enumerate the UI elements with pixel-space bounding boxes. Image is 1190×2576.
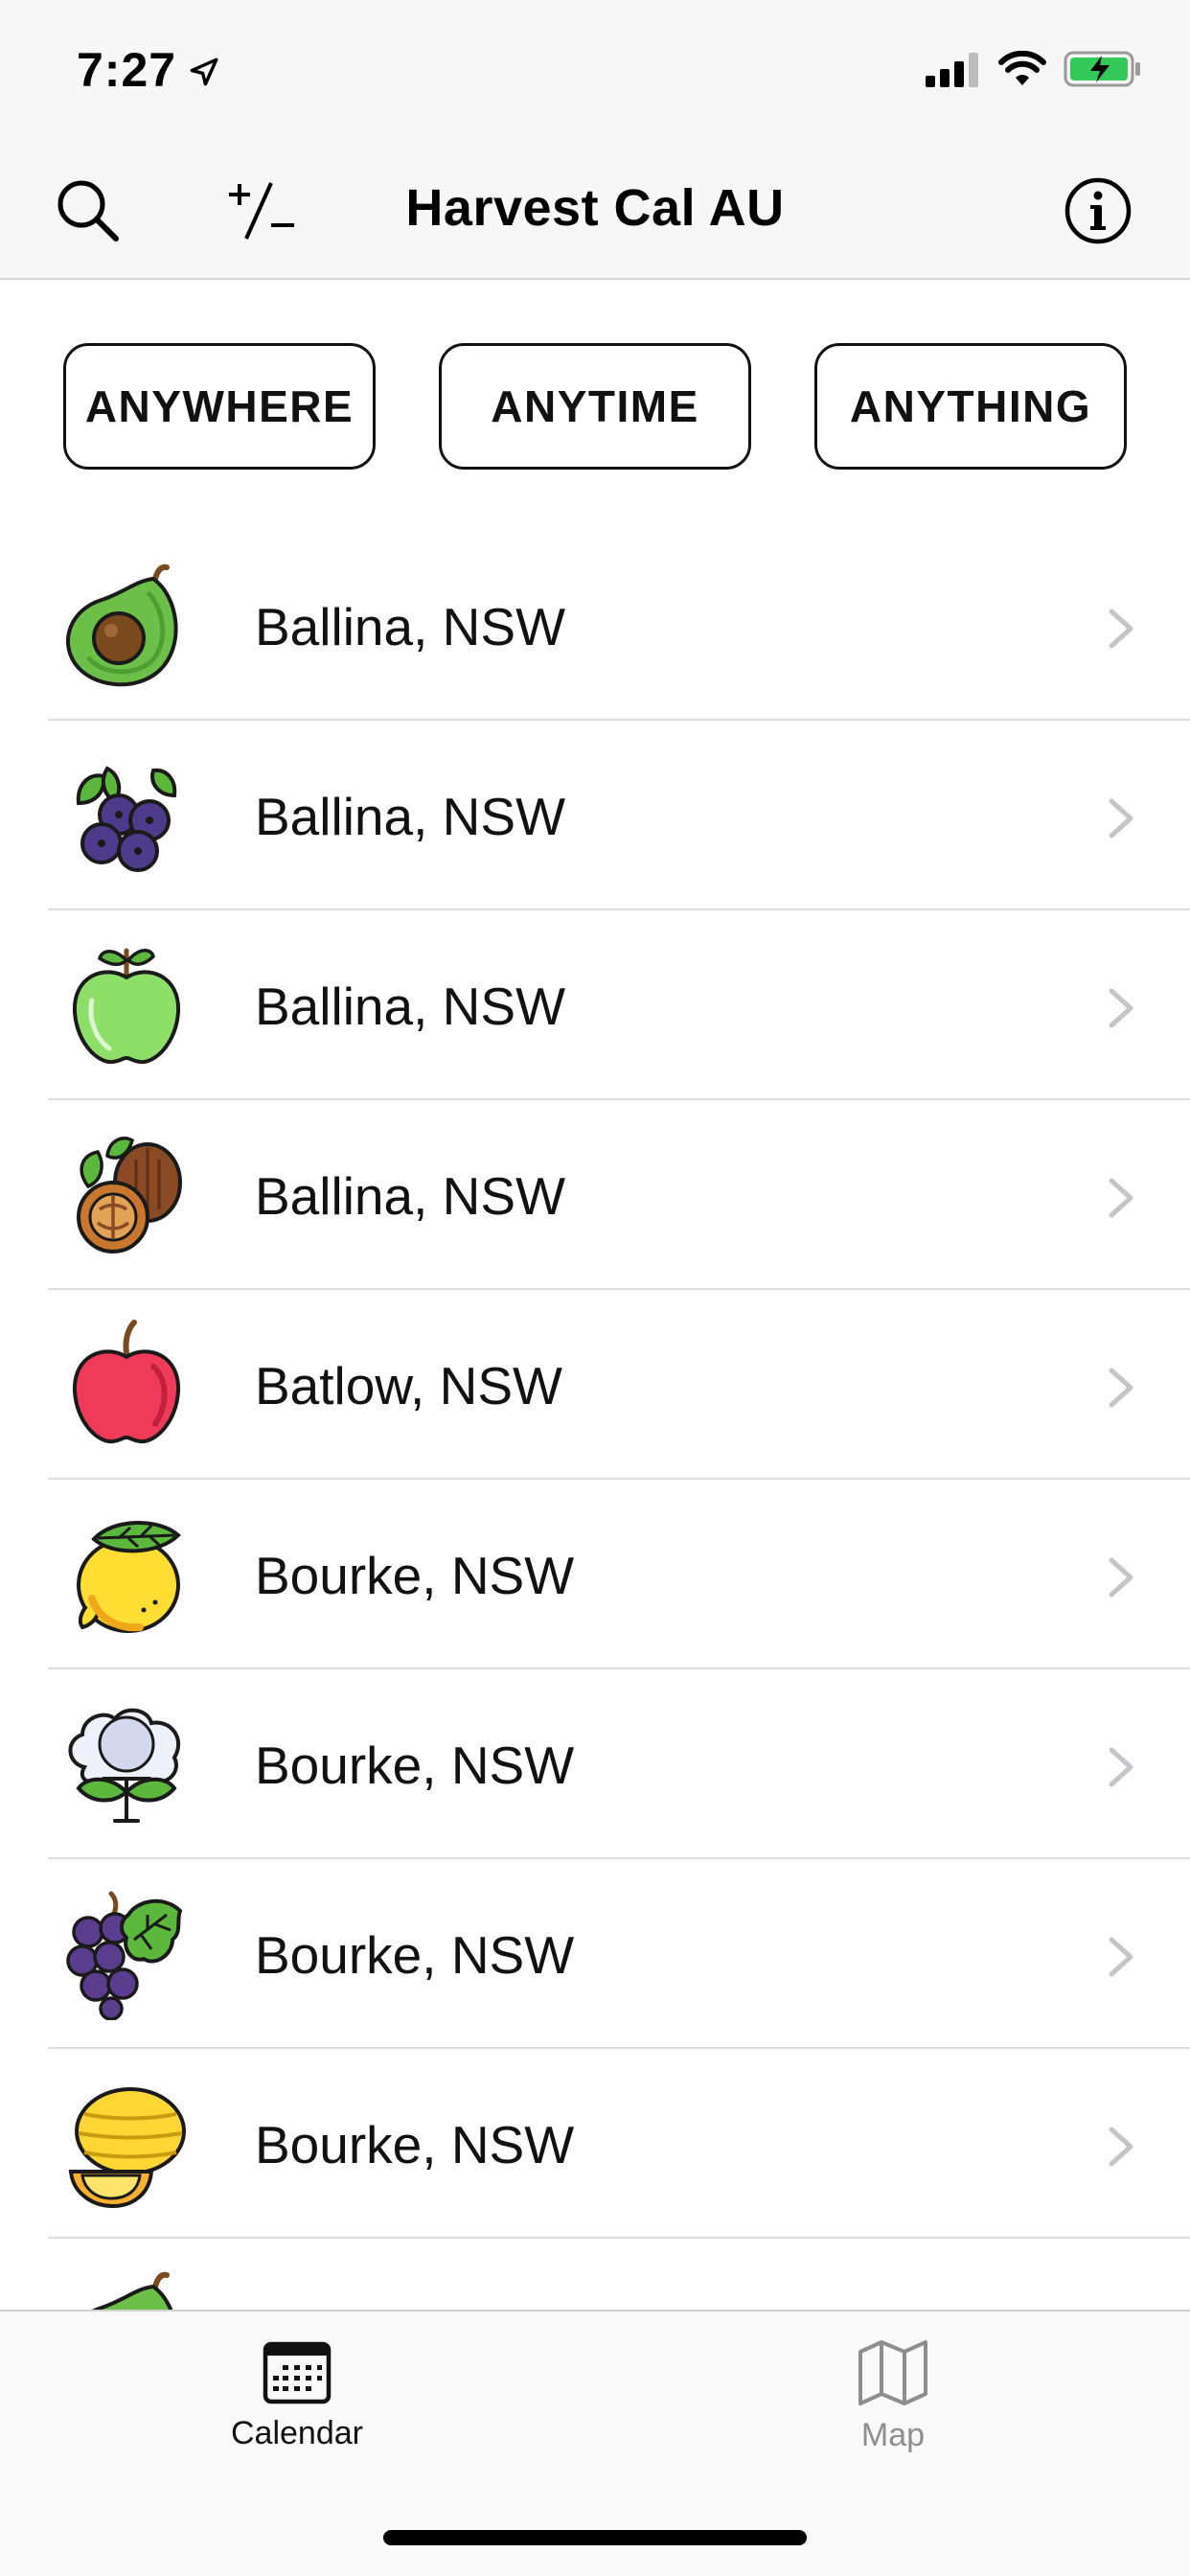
chevron-right-icon bbox=[1109, 1557, 1133, 1598]
list-item[interactable]: Bourke, NSW bbox=[0, 2049, 1190, 2239]
home-indicator[interactable] bbox=[383, 2530, 807, 2545]
tab-map[interactable]: Map bbox=[749, 2338, 1037, 2472]
filter-bar: ANYWHERE ANYTIME ANYTHING bbox=[0, 280, 1190, 512]
battery-charging-icon bbox=[1064, 51, 1140, 87]
walnut-icon bbox=[77, 1136, 182, 1254]
list-item[interactable]: Ballina, NSW bbox=[0, 1100, 1190, 1290]
status-bar: 7:27 bbox=[0, 0, 1190, 144]
anything-filter-button[interactable]: ANYTHING bbox=[814, 343, 1127, 470]
anytime-filter-button[interactable]: ANYTIME bbox=[439, 343, 751, 470]
list-item-label: Bourke, NSW bbox=[255, 2115, 575, 2174]
tab-calendar[interactable]: Calendar bbox=[153, 2338, 441, 2472]
tab-map-label: Map bbox=[860, 2417, 926, 2453]
chevron-right-icon bbox=[1109, 1368, 1133, 1408]
list-item[interactable]: Batlow, NSW bbox=[0, 1290, 1190, 1480]
tab-bar: Calendar Map bbox=[0, 2310, 1190, 2576]
list-item-label: Ballina, NSW bbox=[255, 1166, 565, 1226]
blueberries-icon bbox=[76, 766, 177, 872]
wifi-icon bbox=[998, 51, 1046, 85]
signal-icon bbox=[926, 53, 978, 87]
chevron-right-icon bbox=[1109, 2127, 1133, 2167]
list-item-label: Batlow, NSW bbox=[255, 1356, 562, 1415]
list-item-label: Ballina, NSW bbox=[255, 977, 565, 1036]
page-title: Harvest Cal AU bbox=[405, 179, 785, 237]
chevron-right-icon bbox=[1109, 798, 1133, 839]
status-time: 7:27 bbox=[77, 43, 177, 97]
status-indicators bbox=[926, 50, 1142, 88]
list-item[interactable]: Bourke, NSW bbox=[0, 1669, 1190, 1859]
location-arrow-icon bbox=[190, 58, 218, 86]
list-item[interactable]: Ballina, NSW bbox=[0, 910, 1190, 1100]
calendar-icon bbox=[263, 2341, 332, 2404]
list-item[interactable] bbox=[0, 2239, 1190, 2310]
chevron-right-icon bbox=[1109, 1937, 1133, 1977]
harvest-list: Ballina, NSW Ballina, NSW Ballina, NSW B… bbox=[0, 531, 1190, 2310]
cotton-icon bbox=[68, 1708, 181, 1823]
list-item-label: Ballina, NSW bbox=[255, 787, 565, 846]
chevron-right-icon bbox=[1109, 609, 1133, 649]
chevron-right-icon bbox=[1109, 1178, 1133, 1218]
anywhere-filter-button[interactable]: ANYWHERE bbox=[63, 343, 376, 470]
list-item[interactable]: Ballina, NSW bbox=[0, 531, 1190, 721]
list-item[interactable]: Bourke, NSW bbox=[0, 1859, 1190, 2049]
list-item-label: Ballina, NSW bbox=[255, 597, 565, 656]
grapes-icon bbox=[66, 1891, 183, 2020]
chevron-right-icon bbox=[1109, 1747, 1133, 1787]
info-button[interactable] bbox=[1062, 174, 1134, 247]
chevron-right-icon bbox=[1109, 988, 1133, 1028]
tab-calendar-label: Calendar bbox=[231, 2415, 363, 2451]
navigation-bar: Harvest Cal AU bbox=[0, 144, 1190, 280]
green-apple-icon bbox=[72, 948, 181, 1065]
list-item-label: Bourke, NSW bbox=[255, 1925, 575, 1985]
list-item[interactable]: Ballina, NSW bbox=[0, 721, 1190, 910]
lemon-icon bbox=[77, 1520, 181, 1633]
red-apple-icon bbox=[72, 1320, 181, 1444]
list-item-label: Bourke, NSW bbox=[255, 1736, 575, 1795]
avocado-icon bbox=[65, 564, 178, 687]
map-icon bbox=[858, 2340, 927, 2405]
list-item-label: Bourke, NSW bbox=[255, 1546, 575, 1605]
avocado-icon bbox=[91, 2271, 173, 2310]
list-item[interactable]: Bourke, NSW bbox=[0, 1480, 1190, 1669]
melon-icon bbox=[68, 2087, 186, 2209]
info-icon bbox=[1064, 177, 1132, 244]
